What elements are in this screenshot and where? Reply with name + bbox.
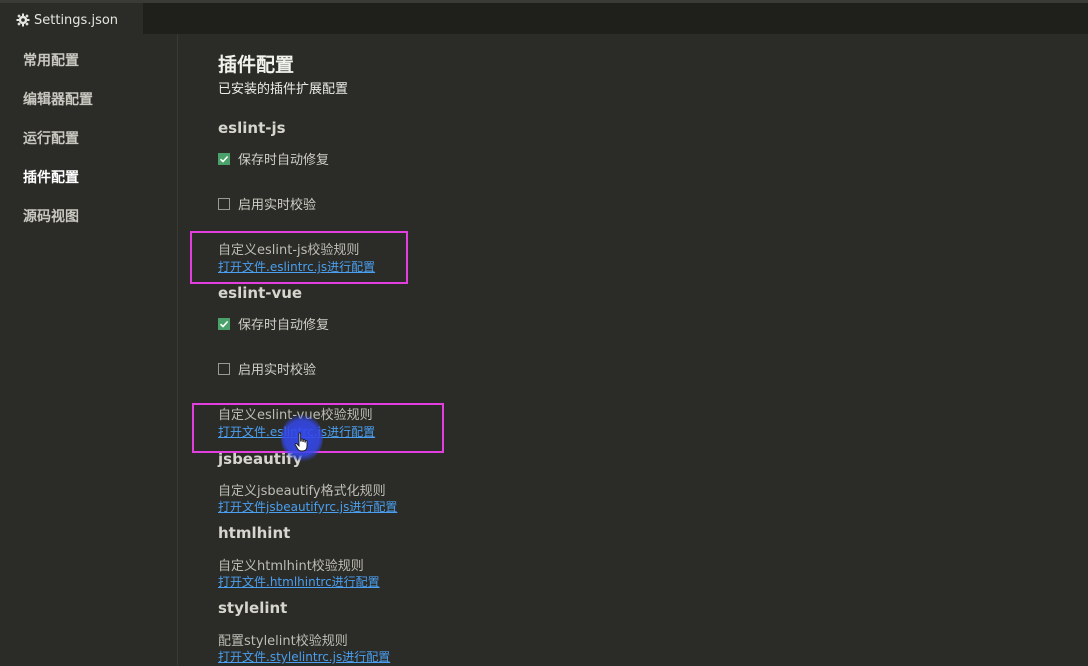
checkbox-unchecked-icon — [218, 362, 230, 375]
section-title-eslint-vue: eslint-vue — [218, 284, 303, 302]
page-subtitle: 已安装的插件扩展配置 — [218, 82, 349, 97]
sidebar-item-run[interactable]: 运行配置 — [23, 128, 79, 148]
checkbox-label: 保存时自动修复 — [238, 153, 330, 168]
section-title-stylelint: stylelint — [218, 599, 288, 617]
eslint-js-autofix-checkbox[interactable]: 保存时自动修复 — [218, 149, 329, 168]
page-title: 插件配置 — [218, 54, 295, 76]
stylelint-rules-desc: 配置stylelint校验规则 — [218, 634, 348, 649]
section-title-eslint-js: eslint-js — [218, 119, 286, 137]
main-content: 插件配置 已安装的插件扩展配置 eslint-js 保存时自动修复 启用实时校验… — [218, 0, 1078, 666]
checkbox-label: 启用实时校验 — [238, 363, 317, 378]
stylelint-open-config-link[interactable]: 打开文件.stylelintrc.js进行配置 — [218, 648, 390, 665]
htmlhint-open-config-link[interactable]: 打开文件.htmlhintrc进行配置 — [218, 573, 380, 590]
highlight-box-eslint-js — [190, 231, 408, 284]
sidebar: 常用配置 编辑器配置 运行配置 插件配置 源码视图 — [0, 34, 178, 666]
tab-settings-json[interactable]: Settings.json — [0, 3, 143, 37]
checkbox-unchecked-icon — [218, 197, 230, 210]
sidebar-item-common[interactable]: 常用配置 — [23, 50, 79, 70]
sidebar-item-plugins[interactable]: 插件配置 — [23, 167, 79, 187]
checkbox-label: 保存时自动修复 — [238, 318, 330, 333]
hand-pointer-icon — [294, 432, 308, 452]
sidebar-item-source-view[interactable]: 源码视图 — [23, 206, 79, 226]
jsbeautify-open-config-link[interactable]: 打开文件jsbeautifyrc.js进行配置 — [218, 498, 397, 515]
checkbox-checked-icon — [218, 152, 230, 165]
eslint-vue-autofix-checkbox[interactable]: 保存时自动修复 — [218, 314, 329, 333]
tab-title: Settings.json — [34, 12, 119, 28]
htmlhint-rules-desc: 自定义htmlhint校验规则 — [218, 559, 364, 574]
checkbox-checked-icon — [218, 317, 230, 330]
checkbox-label: 启用实时校验 — [238, 198, 317, 213]
jsbeautify-rules-desc: 自定义jsbeautify格式化规则 — [218, 484, 386, 499]
section-title-htmlhint: htmlhint — [218, 524, 291, 542]
sidebar-item-editor[interactable]: 编辑器配置 — [23, 89, 93, 109]
gear-icon — [16, 13, 30, 27]
eslint-js-realtime-checkbox[interactable]: 启用实时校验 — [218, 194, 316, 213]
eslint-vue-realtime-checkbox[interactable]: 启用实时校验 — [218, 359, 316, 378]
